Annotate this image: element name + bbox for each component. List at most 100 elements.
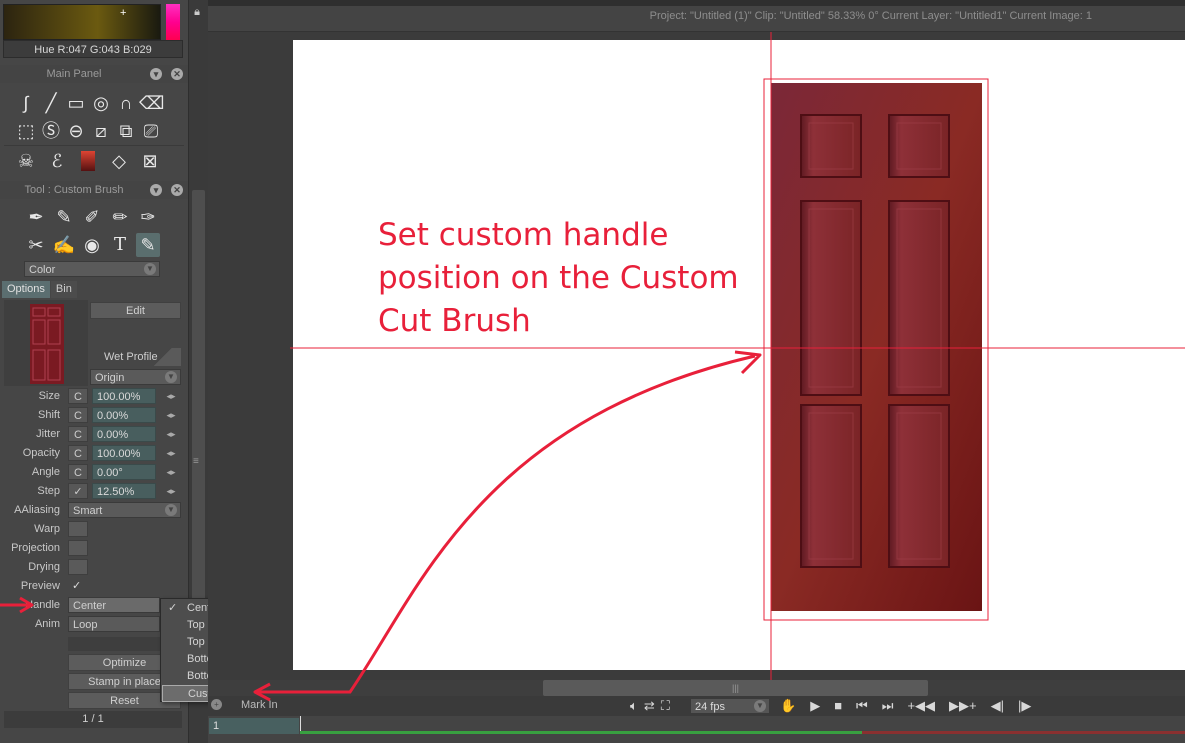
horizontal-scroll-thumb[interactable]: ||| [543,680,928,696]
param-row-1: Shift C 0.00% ◂▸ [0,407,188,424]
annotation-line-2: position on the Custom [378,260,739,296]
marker-icon[interactable]: ✎ [52,205,76,229]
anim-value: Loop [73,619,98,631]
pen-nib-icon[interactable]: ✒ [24,205,48,229]
circle-minus-icon[interactable]: ⊖ [64,119,88,143]
eraser-icon[interactable]: ⌫ [139,91,164,115]
wide-marker-icon[interactable]: ✐ [80,205,104,229]
paper-icon[interactable]: ◇ [107,149,131,173]
lock-icon[interactable]: 🔒︎ [190,6,204,20]
tab-options[interactable]: Options [2,281,50,298]
param-row-5: Step ✓ 12.50% ◂▸ [0,483,188,500]
spin-arrows-icon[interactable]: ◂▸ [164,483,178,499]
timeline[interactable]: 1 [208,716,1185,743]
frame-number[interactable]: 1 [209,718,299,734]
drop-icon[interactable]: ◉ [80,233,104,257]
param-label: Step [37,485,60,497]
fps-dropdown[interactable]: 24 fps ▼ [690,698,770,714]
param-row-0: Size C 100.00% ◂▸ [0,388,188,405]
warp-checkbox[interactable] [68,521,88,537]
preview-checkbox[interactable]: ✓ [72,578,88,594]
spin-arrows-icon[interactable]: ◂▸ [164,388,178,404]
add-frame-after-icon[interactable]: ▶▶+ [949,697,977,715]
text-tool-icon[interactable]: T [108,233,132,257]
texture-icon[interactable]: ⊠ [138,149,162,173]
chevron-down-icon: ▼ [165,504,177,516]
aaliasing-dropdown[interactable]: Smart ▼ [68,502,181,518]
param-mode-toggle[interactable]: C [68,445,88,461]
first-frame-icon[interactable]: ⏮ [856,697,868,715]
smudge-icon[interactable]: ✂ [24,233,48,257]
marquee-icon[interactable]: ⬚ [14,119,38,143]
speaker-icon[interactable]: 🔈︎ [630,697,638,715]
crop-icon[interactable]: ⧄ [89,119,113,143]
project-status: Project: "Untitled (1)" Clip: "Untitled"… [649,10,1092,22]
fullscreen-icon[interactable]: ⛶ [661,697,670,715]
color-readout: Hue R:047 G:043 B:029 [3,40,183,58]
param-mode-toggle[interactable]: C [68,388,88,404]
param-value-field[interactable]: 0.00% [92,407,156,423]
chevron-down-icon: ▼ [754,700,766,712]
drying-checkbox[interactable] [68,559,88,575]
line-icon[interactable]: ╱ [39,91,63,115]
color-picker-swatch[interactable]: + [3,4,161,40]
canvas[interactable] [293,40,1185,670]
skull-icon[interactable]: ☠ [14,149,38,173]
param-mode-toggle[interactable]: C [68,407,88,423]
ellipse-icon[interactable]: ◎ [89,91,113,115]
bezier-icon[interactable]: ∩ [114,91,138,115]
tool-panel-header: Tool : Custom Brush ▾ ✕ [0,181,188,199]
mark-in-label[interactable]: Mark In [241,699,278,711]
wet-profile[interactable]: Wet Profile [90,348,181,366]
param-value-field[interactable]: 0.00° [92,464,156,480]
loop-icon[interactable]: ⇄ [644,697,655,715]
custom-brush-icon[interactable]: ✎ [136,233,160,257]
swirl-icon[interactable]: ℰ [45,149,69,173]
add-icon[interactable]: + [211,699,222,710]
spin-arrows-icon[interactable]: ◂▸ [164,407,178,423]
gradient-icon[interactable] [81,151,95,171]
aaliasing-label: AAliasing [14,504,60,516]
stop-icon[interactable]: ■ [834,697,842,715]
handle-dropdown[interactable]: Center [68,597,160,613]
airbrush-icon[interactable]: ✑ [136,205,160,229]
transform-icon[interactable]: ⧉ [114,119,138,143]
origin-dropdown[interactable]: Origin ▼ [90,369,181,385]
spin-arrows-icon[interactable]: ◂▸ [164,426,178,442]
selection-s-icon[interactable]: Ⓢ [39,119,63,143]
param-mode-toggle[interactable]: ✓ [68,483,88,499]
play-icon[interactable]: ▶ [810,697,820,715]
camera-icon[interactable]: ⎚ [139,119,163,143]
edit-button[interactable]: Edit [90,302,181,319]
collapse-icon[interactable]: ▾ [150,68,162,80]
close-icon[interactable]: ✕ [171,184,183,196]
brush-stroke-icon[interactable]: ∫ [14,91,38,115]
prev-frame-icon[interactable]: ◀| [991,697,1004,715]
scrollbar-thumb[interactable] [192,190,205,600]
param-mode-toggle[interactable]: C [68,464,88,480]
brush-preview [4,300,88,386]
param-value-field[interactable]: 0.00% [92,426,156,442]
spin-arrows-icon[interactable]: ◂▸ [164,445,178,461]
close-icon[interactable]: ✕ [171,68,183,80]
spin-arrows-icon[interactable]: ◂▸ [164,464,178,480]
tab-bin[interactable]: Bin [50,281,77,298]
color-mode-dropdown[interactable]: Color ▼ [24,261,160,277]
hand-icon[interactable]: ✋ [780,697,796,715]
playback-controls: 🔈︎ ⇄ ⛶ [630,697,670,715]
anim-dropdown[interactable]: Loop [68,616,160,632]
projection-checkbox[interactable] [68,540,88,556]
hue-slider[interactable] [166,4,180,40]
rectangle-icon[interactable]: ▭ [64,91,88,115]
collapse-icon[interactable]: ▾ [150,184,162,196]
felt-pen-icon[interactable]: ✏ [108,205,132,229]
param-value-field[interactable]: 12.50% [92,483,156,499]
param-value-field[interactable]: 100.00% [92,388,156,404]
param-value-field[interactable]: 100.00% [92,445,156,461]
add-frame-before-icon[interactable]: +◀◀ [907,697,935,715]
last-frame-icon[interactable]: ⏭ [882,697,894,715]
next-frame-icon[interactable]: |▶ [1018,697,1031,715]
warp-label: Warp [34,523,60,535]
calligraphy-icon[interactable]: ✍ [52,233,76,257]
param-mode-toggle[interactable]: C [68,426,88,442]
